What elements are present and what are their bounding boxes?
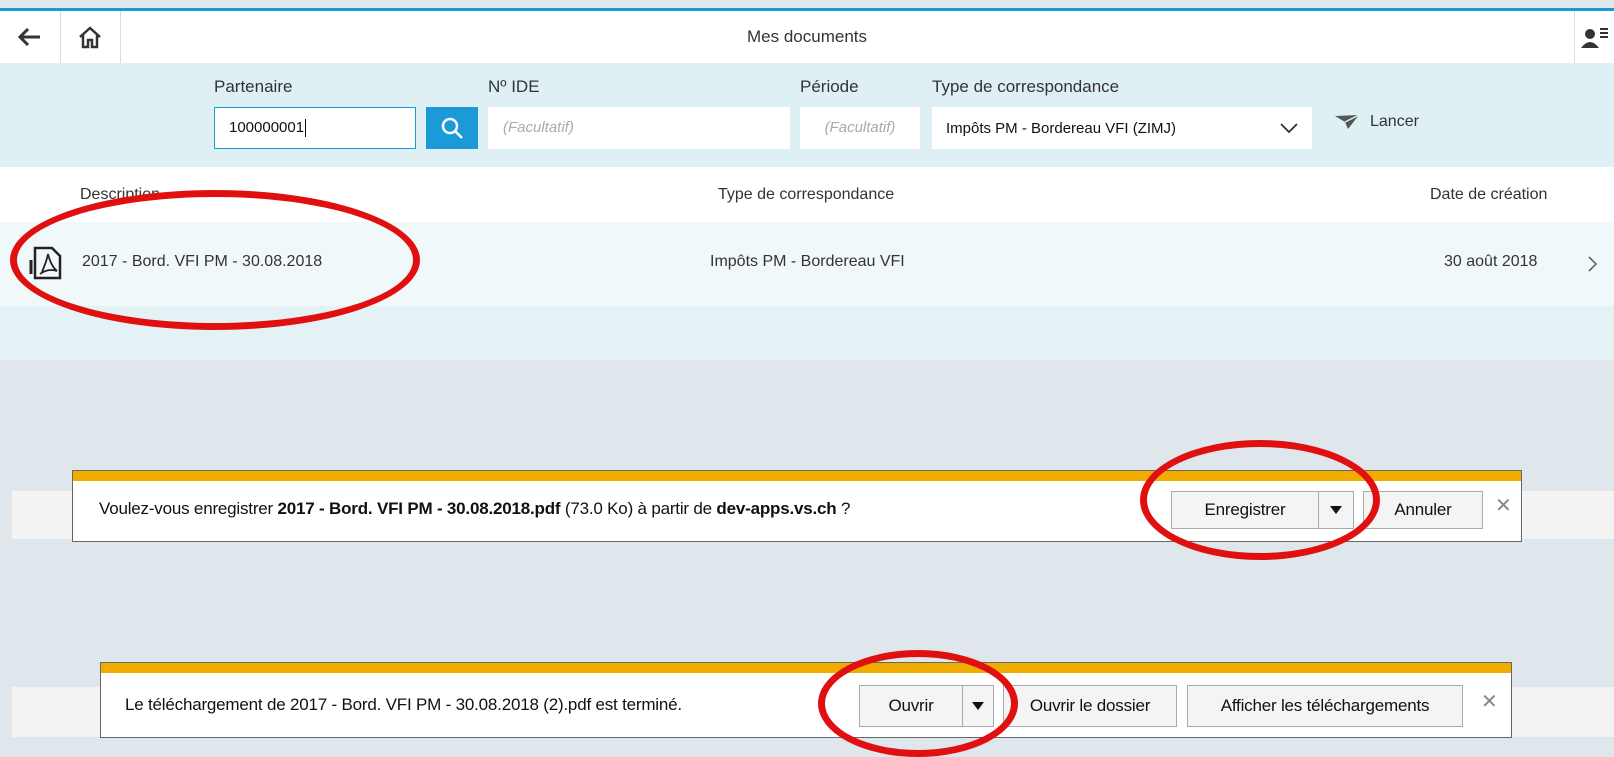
launch-button[interactable]: Lancer — [1334, 107, 1419, 137]
notification-accent-2 — [101, 663, 1511, 673]
save-options-button[interactable] — [1318, 491, 1354, 529]
user-menu-icon — [1581, 28, 1608, 48]
cancel-button[interactable]: Annuler — [1363, 491, 1483, 529]
period-label: Période — [800, 77, 859, 96]
ide-input[interactable]: (Facultatif) — [488, 107, 790, 149]
paper-plane-icon — [1335, 114, 1360, 129]
arrow-left-icon — [18, 27, 40, 47]
show-downloads-button[interactable]: Afficher les téléchargements — [1187, 685, 1463, 727]
save-prompt-bar: Voulez-vous enregistrer 2017 - Bord. VFI… — [72, 470, 1522, 542]
save-prompt-host: dev-apps.vs.ch — [716, 499, 837, 518]
triangle-down-icon — [1330, 506, 1342, 514]
search-icon — [441, 117, 463, 139]
search-button[interactable] — [426, 107, 478, 149]
partner-label: Partenaire — [214, 77, 293, 96]
save-button[interactable]: Enregistrer — [1171, 491, 1319, 529]
open-folder-button[interactable]: Ouvrir le dossier — [1003, 685, 1177, 727]
user-menu-button[interactable] — [1574, 11, 1614, 63]
close-icon[interactable]: ✕ — [1481, 689, 1498, 714]
open-button[interactable]: Ouvrir — [859, 685, 963, 727]
launch-label: Lancer — [1370, 113, 1419, 130]
home-icon — [79, 26, 101, 49]
notification-accent — [73, 471, 1521, 481]
close-icon[interactable]: ✕ — [1495, 493, 1512, 518]
chevron-right-icon[interactable] — [1588, 256, 1598, 277]
page-title: Mes documents — [747, 27, 867, 46]
open-options-button[interactable] — [962, 685, 994, 727]
partner-input[interactable]: 100000001 — [214, 107, 416, 149]
type-label: Type de correspondance — [932, 77, 1120, 96]
type-select-value: Impôts PM - Bordereau VFI (ZIMJ) — [946, 119, 1177, 137]
row-type: Impôts PM - Bordereau VFI — [710, 253, 905, 270]
triangle-down-icon — [972, 702, 984, 710]
ide-label: Nº IDE — [488, 77, 540, 96]
save-prompt-prefix: Voulez-vous enregistrer — [99, 499, 278, 518]
back-button[interactable] — [0, 11, 61, 63]
column-description: Description — [80, 186, 161, 203]
download-complete-message: Le téléchargement de 2017 - Bord. VFI PM… — [125, 695, 682, 714]
pdf-document-icon — [28, 246, 62, 285]
save-prompt-suffix: ? — [836, 499, 851, 518]
save-prompt-size: (73.0 Ko) à partir de — [560, 499, 717, 518]
column-type: Type de correspondance — [718, 186, 895, 203]
chevron-down-icon — [1280, 123, 1298, 133]
column-date: Date de création — [1430, 186, 1548, 203]
partner-value: 100000001 — [229, 119, 305, 136]
row-date: 30 août 2018 — [1444, 253, 1538, 270]
download-complete-bar: Le téléchargement de 2017 - Bord. VFI PM… — [100, 662, 1512, 738]
type-select[interactable]: Impôts PM - Bordereau VFI (ZIMJ) — [932, 107, 1312, 149]
row-description: 2017 - Bord. VFI PM - 30.08.2018 — [82, 253, 323, 270]
period-input[interactable]: (Facultatif) — [800, 107, 920, 149]
save-prompt-message: Voulez-vous enregistrer 2017 - Bord. VFI… — [99, 499, 850, 519]
list-footer-band — [0, 306, 1614, 360]
save-prompt-filename: 2017 - Bord. VFI PM - 30.08.2018.pdf — [277, 499, 561, 518]
home-button[interactable] — [60, 11, 121, 63]
